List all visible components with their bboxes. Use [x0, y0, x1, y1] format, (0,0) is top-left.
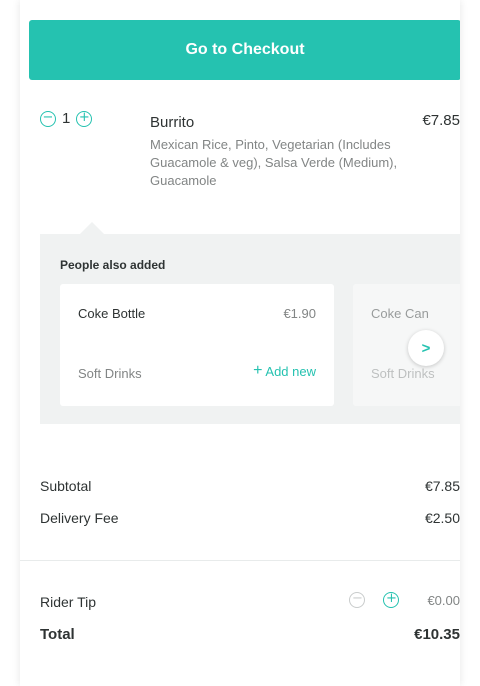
- subtotal-value: €7.85: [424, 478, 460, 494]
- add-new-button[interactable]: + Add new: [253, 362, 316, 380]
- add-new-label: Add new: [265, 363, 316, 379]
- rider-tip-label: Rider Tip: [40, 594, 97, 610]
- increase-quantity-icon[interactable]: +: [76, 110, 93, 127]
- section-caret: [80, 222, 104, 234]
- suggestion-name: Coke Bottle: [78, 306, 146, 321]
- suggestion-price: €1.90: [283, 306, 316, 321]
- chevron-right-icon: >: [421, 339, 431, 357]
- decrease-quantity-icon[interactable]: −: [40, 110, 56, 127]
- plus-icon: +: [253, 362, 263, 379]
- go-to-checkout-button[interactable]: Go to Checkout: [29, 20, 460, 80]
- suggestion-card[interactable]: Coke Bottle €1.90 Soft Drinks + Add new: [60, 284, 334, 406]
- item-price: €7.85: [422, 112, 460, 129]
- suggestion-category: Soft Drinks: [78, 366, 142, 381]
- rider-tip-value: €0.00: [427, 592, 460, 608]
- increase-tip-icon[interactable]: +: [383, 592, 400, 608]
- suggestion-card[interactable]: Coke Can Soft Drinks: [353, 284, 460, 406]
- tip-stepper: − + €0.00: [349, 592, 460, 608]
- basket-panel: Go to Checkout − 1 + Burrito Mexican Ric…: [20, 0, 460, 686]
- next-suggestions-button[interactable]: >: [408, 330, 444, 366]
- section-title: People also added: [60, 258, 166, 272]
- quantity-stepper: − 1 +: [40, 110, 93, 127]
- divider: [20, 560, 460, 561]
- suggestion-name: Coke Can: [371, 306, 429, 321]
- item-description: Mexican Rice, Pinto, Vegetarian (Include…: [150, 137, 398, 188]
- decrease-tip-icon[interactable]: −: [349, 592, 366, 608]
- total-value: €10.35: [414, 626, 460, 643]
- suggestion-category: Soft Drinks: [371, 366, 435, 381]
- delivery-fee-label: Delivery Fee: [40, 510, 119, 526]
- delivery-fee-value: €2.50: [424, 510, 460, 526]
- subtotal-label: Subtotal: [40, 478, 92, 494]
- people-also-added-section: People also added Coke Bottle €1.90 Soft…: [40, 234, 460, 424]
- item-name: Burrito: [150, 114, 195, 131]
- quantity-value: 1: [62, 110, 71, 127]
- total-label: Total: [40, 626, 75, 643]
